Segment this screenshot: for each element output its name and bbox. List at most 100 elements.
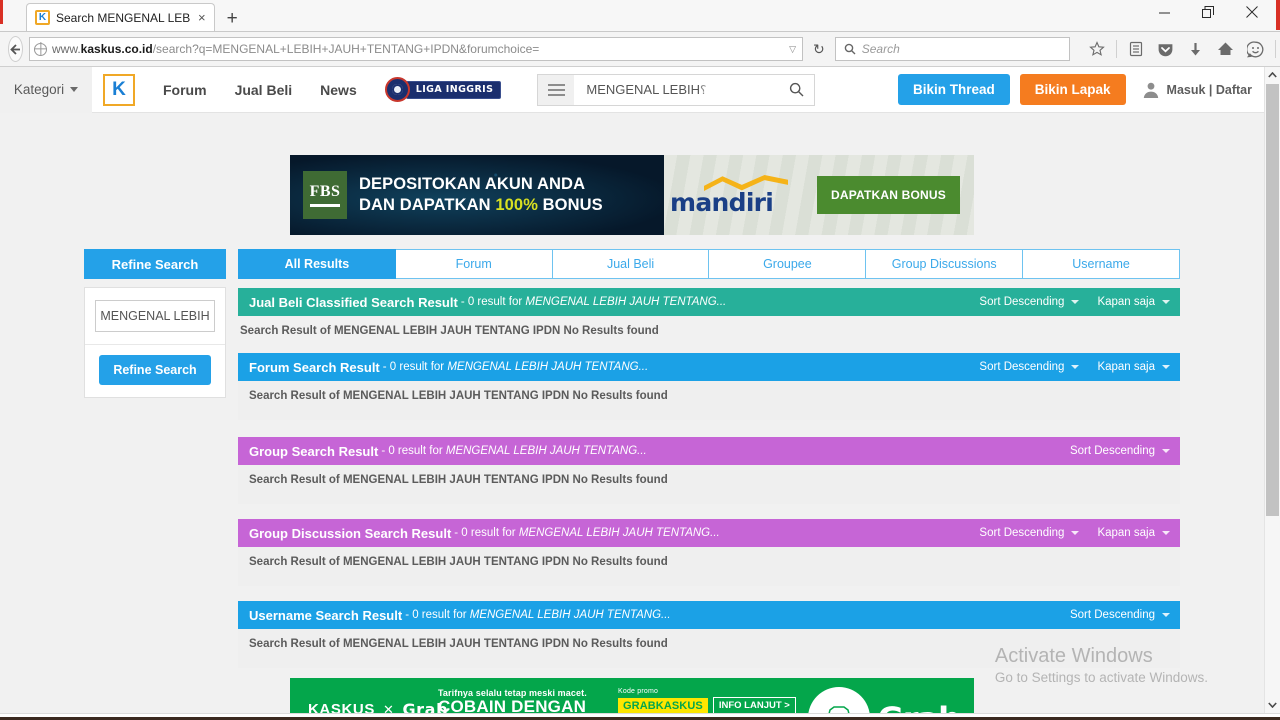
- browser-toolbar-icons: [1084, 36, 1280, 62]
- fbs-logo: FBS: [303, 171, 347, 219]
- promo-code: GRABKASKUS: [618, 697, 708, 713]
- chevron-down-icon: [1162, 531, 1170, 535]
- fbs-logo-text: FBS: [309, 183, 341, 207]
- text-cursor-icon: ⸮: [700, 83, 707, 97]
- result-meta-pre: - 0 result for: [382, 361, 448, 373]
- result-body: Search Result of MENGENAL LEBIH JAUH TEN…: [238, 465, 1180, 504]
- avatar-icon: [1143, 82, 1158, 98]
- close-tab-icon[interactable]: ×: [196, 11, 208, 24]
- url-scheme: www.: [52, 42, 81, 56]
- kaskus-grab-lockup: KASKUS ✕ Grab: [308, 700, 448, 713]
- result-meta-pre: - 0 result for: [381, 445, 446, 457]
- sort-label: Sort Descending: [979, 296, 1065, 308]
- browser-tab-title: Search MENGENAL LEBIH J...: [56, 10, 190, 25]
- mandiri-logo-text: mandiri: [670, 188, 774, 217]
- tab-all-results[interactable]: All Results: [238, 249, 396, 279]
- tab-group-discussions[interactable]: Group Discussions: [866, 249, 1024, 279]
- top-banner-ad[interactable]: FBS DEPOSITOKAN AKUN ANDA DAN DAPATKAN 1…: [290, 155, 974, 235]
- chevron-down-icon[interactable]: ▽: [789, 44, 796, 55]
- result-body: Search Result of MENGENAL LEBIH JAUH TEN…: [238, 547, 1180, 586]
- sort-label: Sort Descending: [979, 527, 1065, 539]
- dapatkan-bonus-button[interactable]: DAPATKAN BONUS: [816, 176, 960, 214]
- library-icon[interactable]: [1123, 36, 1149, 62]
- back-button-icon[interactable]: [8, 36, 23, 62]
- result-meta-pre: - 0 result for: [454, 527, 519, 539]
- bookmark-star-icon[interactable]: [1084, 36, 1110, 62]
- football-icon: [384, 77, 410, 102]
- new-tab-button[interactable]: +: [227, 9, 238, 28]
- bikin-lapak-button[interactable]: Bikin Lapak: [1019, 74, 1126, 105]
- maximize-restore-icon[interactable]: [1186, 0, 1230, 25]
- home-icon[interactable]: [1213, 36, 1239, 62]
- car-icon: [827, 703, 851, 713]
- reload-icon[interactable]: ↻: [809, 41, 829, 58]
- sort-descending-dropdown[interactable]: Sort Descending: [1070, 445, 1170, 457]
- login-register-link[interactable]: Masuk | Daftar: [1142, 81, 1252, 99]
- sort-descending-dropdown[interactable]: Sort Descending: [979, 296, 1080, 308]
- info-lanjut-button[interactable]: INFO LANJUT >: [712, 697, 796, 713]
- browser-search-box[interactable]: Search: [834, 37, 1070, 61]
- site-search-input[interactable]: MENGENAL LEBIH⸮: [574, 82, 778, 97]
- chevron-down-icon: [1162, 365, 1170, 369]
- tab-strip: K Search MENGENAL LEBIH J... × +: [0, 0, 1280, 32]
- result-title: Jual Beli Classified Search Result: [249, 294, 458, 310]
- refine-search-header[interactable]: Refine Search: [84, 249, 226, 279]
- result-header: Group Search Result - 0 result for MENGE…: [238, 437, 1180, 465]
- page-scrollbar[interactable]: [1264, 67, 1280, 713]
- tab-groupee[interactable]: Groupee: [709, 249, 867, 279]
- refine-button-wrap: Refine Search: [95, 345, 215, 397]
- bikin-thread-button[interactable]: Bikin Thread: [897, 74, 1010, 105]
- downloads-icon[interactable]: [1183, 36, 1209, 62]
- scroll-up-arrow-icon[interactable]: [1265, 67, 1280, 83]
- nav-link-jual-beli[interactable]: Jual Beli: [235, 82, 293, 98]
- liga-inggris-badge[interactable]: LIGA INGGRIS: [384, 77, 502, 102]
- fbs-ad-panel: FBS DEPOSITOKAN AKUN ANDA DAN DAPATKAN 1…: [290, 155, 664, 235]
- watermark-subtitle: Go to Settings to activate Windows.: [994, 670, 1208, 685]
- result-header: Jual Beli Classified Search Result - 0 r…: [238, 288, 1180, 316]
- sync-smiley-icon[interactable]: [1243, 36, 1269, 62]
- bottom-banner-ad[interactable]: KASKUS ✕ Grab Tarifnya selalu tetap mesk…: [290, 678, 974, 713]
- result-meta: - 0 result for MENGENAL LEBIH JAUH TENTA…: [405, 609, 670, 621]
- search-filter-menu-icon[interactable]: [538, 74, 575, 105]
- pocket-icon[interactable]: [1153, 36, 1179, 62]
- page-viewport: Kategori K Forum Jual Beli News LIGA ING…: [0, 67, 1280, 713]
- result-meta: - 0 result for MENGENAL LEBIH JAUH TENTA…: [383, 361, 648, 373]
- chevron-down-icon: [1071, 365, 1080, 369]
- site-search-box[interactable]: MENGENAL LEBIH⸮: [537, 73, 816, 106]
- time-filter-dropdown[interactable]: Kapan saja: [1097, 527, 1170, 539]
- result-body: Search Result of MENGENAL LEBIH JAUH TEN…: [240, 325, 659, 337]
- chevron-down-icon: [70, 87, 79, 92]
- sort-descending-dropdown[interactable]: Sort Descending: [1070, 609, 1170, 621]
- time-filter-label: Kapan saja: [1097, 296, 1155, 308]
- sort-descending-dropdown[interactable]: Sort Descending: [979, 527, 1080, 539]
- kaskus-logo[interactable]: K: [103, 73, 135, 106]
- result-tools: Sort Descending: [1070, 445, 1170, 457]
- kategori-label: Kategori: [13, 82, 65, 97]
- search-icon[interactable]: [778, 82, 814, 97]
- tab-jual-beli[interactable]: Jual Beli: [552, 249, 710, 279]
- scrollbar-thumb[interactable]: [1266, 84, 1279, 516]
- kategori-menu[interactable]: Kategori: [0, 67, 92, 113]
- result-header: Group Discussion Search Result - 0 resul…: [238, 519, 1180, 547]
- nav-link-forum[interactable]: Forum: [163, 82, 207, 98]
- tab-forum[interactable]: Forum: [395, 249, 553, 279]
- result-title: Group Search Result: [249, 443, 379, 459]
- refine-search-input[interactable]: MENGENAL LEBIH: [95, 300, 215, 332]
- browser-tab[interactable]: K Search MENGENAL LEBIH J... ×: [26, 3, 215, 31]
- window-accent-right: [1276, 0, 1280, 30]
- chevron-down-icon: [1071, 300, 1080, 304]
- sort-descending-dropdown[interactable]: Sort Descending: [979, 361, 1080, 373]
- cross-icon: ✕: [382, 701, 395, 714]
- time-filter-dropdown[interactable]: Kapan saja: [1097, 296, 1170, 308]
- time-filter-dropdown[interactable]: Kapan saja: [1097, 361, 1170, 373]
- grab-promo-block: Kode promo GRABKASKUS INFO LANJUT > BERL…: [618, 688, 796, 713]
- address-bar[interactable]: www.kaskus.co.id/search?q=MENGENAL+LEBIH…: [29, 37, 803, 61]
- tab-username[interactable]: Username: [1023, 249, 1180, 279]
- scroll-down-arrow-icon[interactable]: [1265, 697, 1280, 713]
- browser-search-placeholder: Search: [861, 42, 900, 56]
- minimize-icon[interactable]: [1142, 0, 1186, 25]
- time-filter-label: Kapan saja: [1097, 361, 1155, 373]
- nav-link-news[interactable]: News: [320, 82, 357, 98]
- close-window-icon[interactable]: [1230, 0, 1274, 25]
- refine-search-button[interactable]: Refine Search: [99, 355, 211, 385]
